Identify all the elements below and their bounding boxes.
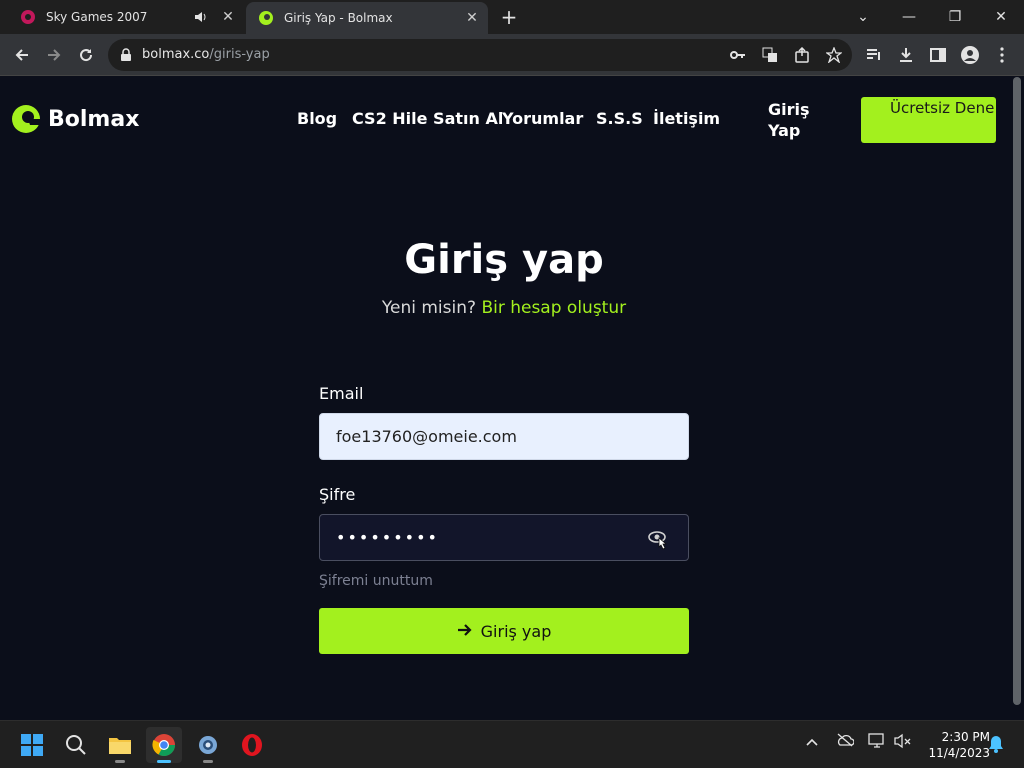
close-icon[interactable]: ✕	[218, 7, 238, 27]
minimize-button[interactable]: —	[886, 0, 932, 34]
chevron-up-icon[interactable]	[806, 735, 818, 750]
restore-button[interactable]: ❐	[932, 0, 978, 34]
media-control-icon[interactable]	[860, 41, 888, 69]
page-title: Giriş yap	[404, 237, 604, 283]
running-indicator	[203, 760, 213, 763]
share-icon[interactable]	[790, 43, 814, 67]
system-clock[interactable]: 2:30 PM 11/4/2023	[918, 729, 990, 761]
url-text: bolmax.co/giris-yap	[142, 47, 270, 62]
create-account-link[interactable]: Bir hesap oluştur	[481, 298, 626, 318]
search-icon[interactable]	[58, 727, 94, 763]
speaker-icon[interactable]	[192, 11, 210, 23]
url-host: bolmax.co	[142, 47, 210, 62]
close-icon[interactable]: ✕	[462, 8, 482, 28]
nav-blog[interactable]: Blog	[297, 109, 337, 128]
running-indicator	[157, 760, 171, 763]
nav-sss[interactable]: S.S.S	[596, 109, 643, 128]
forgot-password-link[interactable]: Şifremi unuttum	[319, 573, 433, 589]
reload-icon[interactable]	[72, 41, 100, 69]
windows-taskbar: 2:30 PM 11/4/2023	[0, 720, 1024, 768]
site-logo[interactable]: Bolmax	[12, 105, 139, 133]
tab-strip: Sky Games 2007 ✕ Giriş Yap - Bolmax ✕ + …	[0, 0, 1024, 34]
chrome-icon[interactable]	[146, 727, 182, 763]
download-icon[interactable]	[892, 41, 920, 69]
opera-icon[interactable]	[234, 727, 270, 763]
nav-iletisim[interactable]: İletişim	[653, 109, 720, 128]
close-window-button[interactable]: ✕	[978, 0, 1024, 34]
browser-toolbar: bolmax.co/giris-yap	[0, 34, 1024, 76]
network-icon[interactable]	[868, 733, 886, 753]
show-password-icon[interactable]	[648, 529, 670, 555]
page-scrollbar[interactable]	[1013, 77, 1021, 705]
bolmax-favicon	[258, 10, 274, 26]
nav-yorumlar[interactable]: Yorumlar	[502, 109, 583, 128]
email-value: foe13760@omeie.com	[336, 427, 517, 446]
translate-icon[interactable]	[758, 43, 782, 67]
profile-icon[interactable]	[956, 41, 984, 69]
forward-arrow-icon[interactable]	[40, 41, 68, 69]
brand-name: Bolmax	[48, 106, 140, 132]
lock-icon[interactable]	[120, 47, 132, 66]
email-field[interactable]: foe13760@omeie.com	[319, 413, 689, 460]
address-bar[interactable]: bolmax.co/giris-yap	[108, 39, 852, 71]
back-arrow-icon[interactable]	[8, 41, 36, 69]
key-icon[interactable]	[726, 43, 750, 67]
bookmark-star-icon[interactable]	[822, 43, 846, 67]
notification-bell-icon[interactable]	[988, 735, 1004, 757]
tab-search-icon[interactable]: ⌄	[840, 0, 886, 34]
password-value: •••••••••	[336, 528, 439, 547]
sky-games-favicon	[20, 9, 36, 25]
start-icon[interactable]	[14, 727, 50, 763]
login-link[interactable]: Giriş Yap	[768, 99, 818, 141]
menu-dots-icon[interactable]	[988, 41, 1016, 69]
tab-title: Giriş Yap - Bolmax	[284, 11, 393, 25]
login-submit-button[interactable]: Giriş yap	[319, 608, 689, 654]
volume-muted-icon[interactable]	[894, 733, 912, 753]
side-panel-icon[interactable]	[924, 41, 952, 69]
bolmax-logo-icon	[12, 105, 40, 133]
free-trial-button[interactable]: Ücretsiz Dene	[861, 97, 996, 143]
clock-time: 2:30 PM	[941, 730, 990, 744]
file-explorer-icon[interactable]	[102, 727, 138, 763]
page-content: Bolmax Blog CS2 Hile Satın Al Yorumlar S…	[0, 77, 1024, 720]
settings-gear-icon[interactable]	[190, 727, 226, 763]
signup-prompt: Yeni misin? Bir hesap oluştur	[0, 298, 1008, 318]
running-indicator	[115, 760, 125, 763]
new-tab-button[interactable]: +	[498, 6, 520, 28]
password-label: Şifre	[319, 485, 356, 504]
arrow-right-icon	[457, 622, 473, 641]
login-submit-label: Giriş yap	[480, 621, 552, 641]
onedrive-icon[interactable]	[836, 733, 855, 751]
tab-bolmax[interactable]: Giriş Yap - Bolmax ✕	[246, 2, 488, 34]
signup-prompt-text: Yeni misin?	[381, 298, 477, 318]
email-label: Email	[319, 384, 364, 403]
password-field[interactable]: •••••••••	[319, 514, 689, 561]
nav-cs2-hile[interactable]: CS2 Hile Satın Al	[352, 109, 503, 128]
url-path: /giris-yap	[209, 47, 270, 62]
tab-sky-games[interactable]: Sky Games 2007 ✕	[8, 0, 244, 34]
clock-date: 11/4/2023	[928, 746, 990, 760]
tab-title: Sky Games 2007	[46, 10, 148, 24]
